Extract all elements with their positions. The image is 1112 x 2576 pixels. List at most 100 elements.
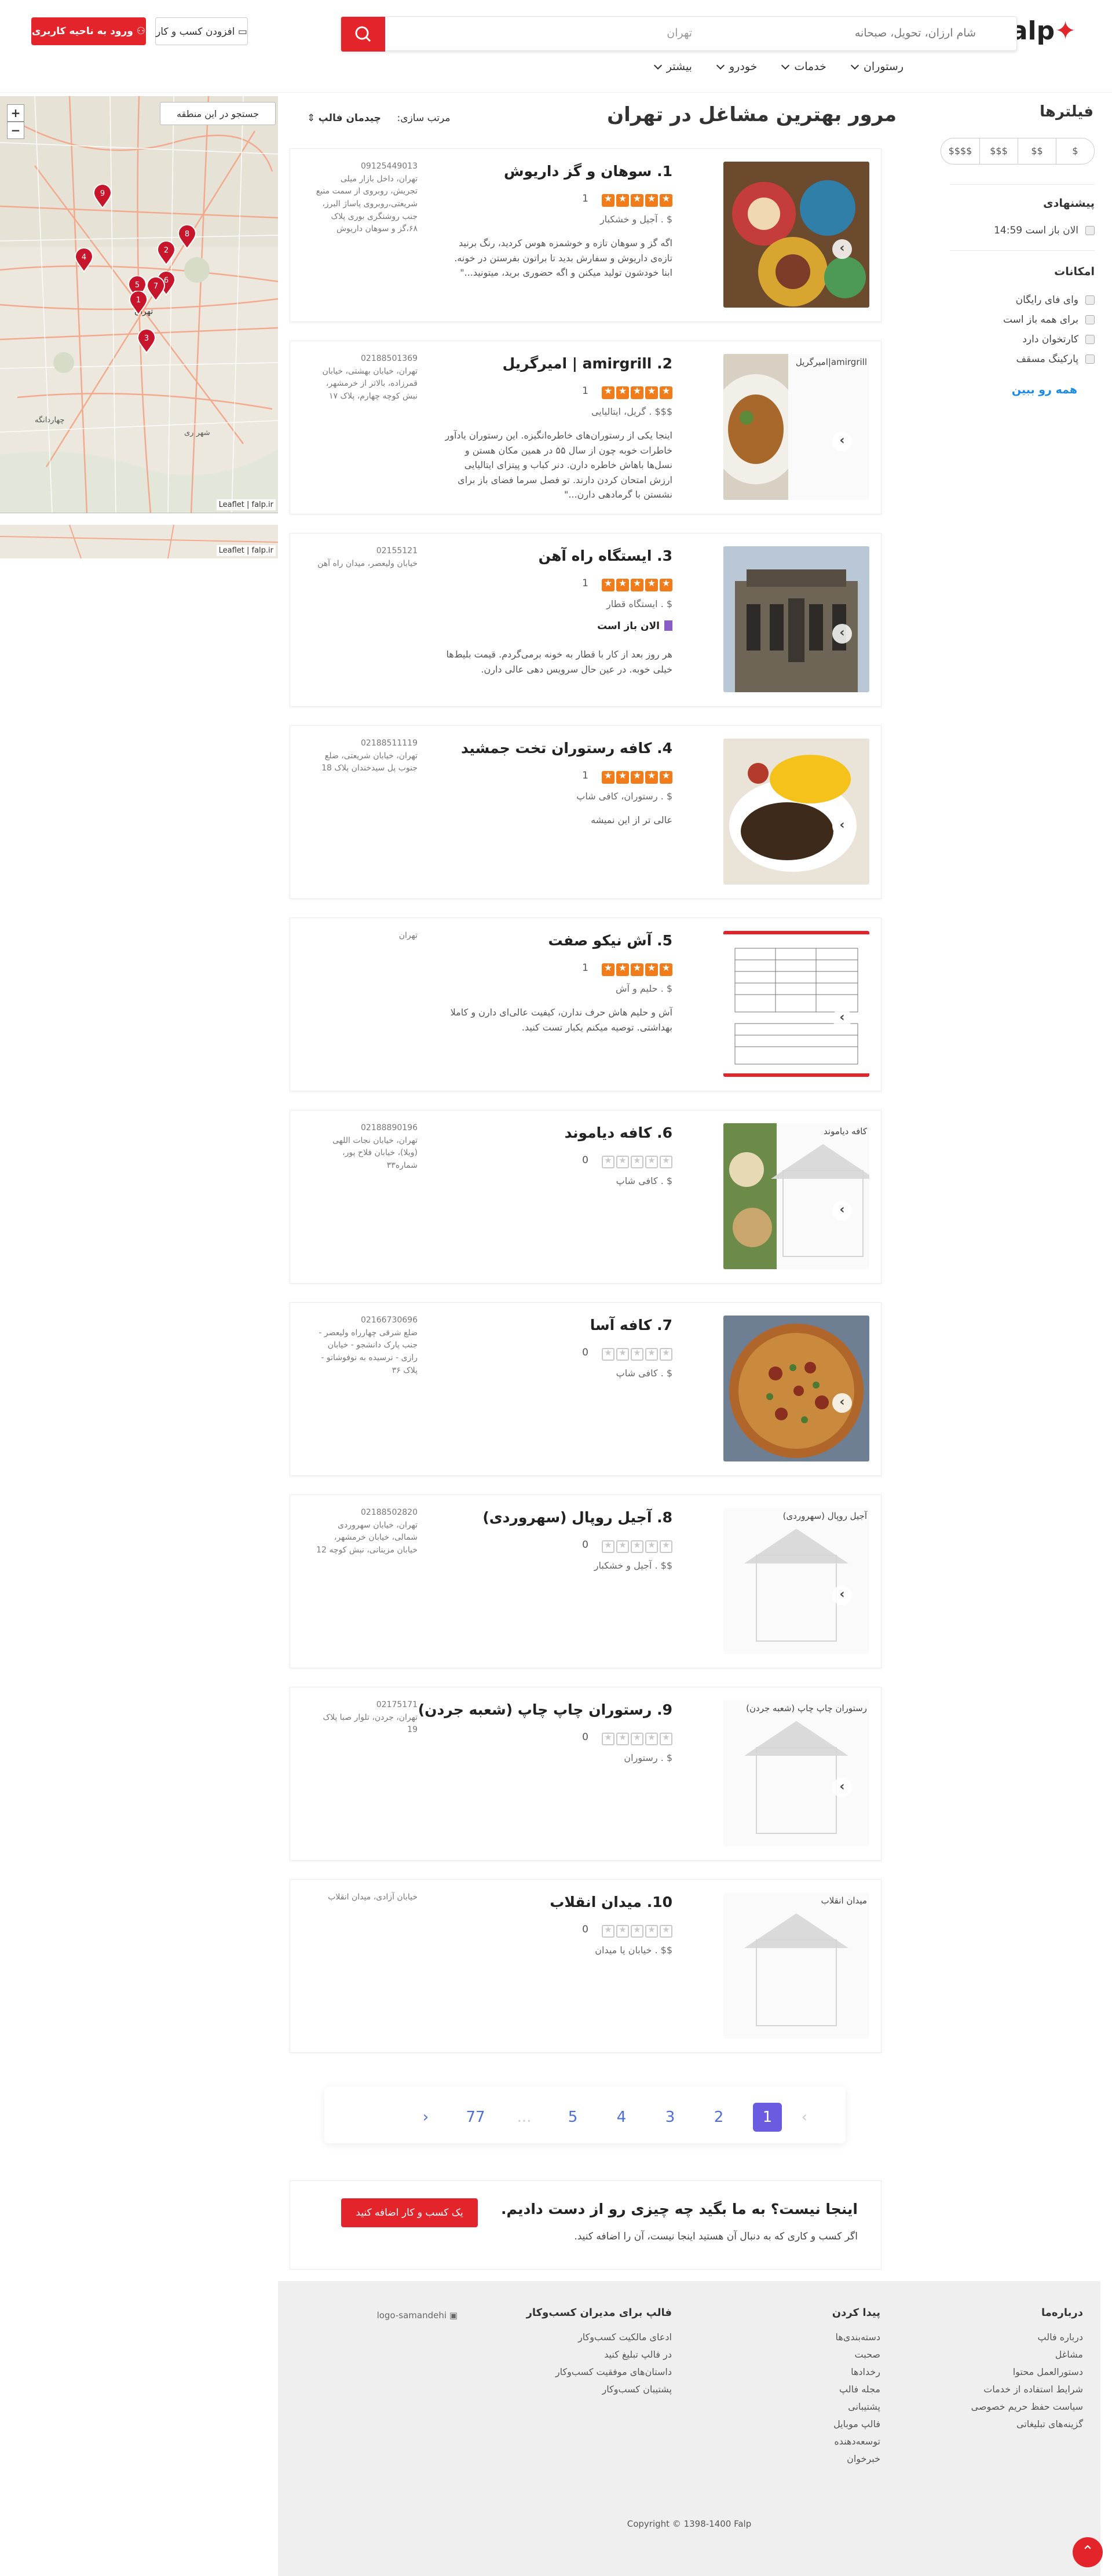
listing-photo[interactable]: کافه دیاموند ›: [723, 1123, 869, 1269]
listing-title[interactable]: 1. سوهان و گز داریوش: [504, 163, 672, 180]
listing-card[interactable]: کافه دیاموند › 6. کافه دیاموند 0 $ . کاف…: [290, 1110, 881, 1284]
back-to-top-button[interactable]: ⌃: [1073, 2537, 1103, 2567]
footer-link[interactable]: مشاغل: [971, 2346, 1083, 2363]
page-1[interactable]: 1: [753, 2103, 782, 2132]
price-4[interactable]: $$$$: [941, 138, 979, 164]
page-3[interactable]: 3: [656, 2103, 685, 2132]
checkbox[interactable]: [1085, 315, 1095, 324]
listing-title[interactable]: 8. آجیل روپال (سهروردی): [482, 1509, 672, 1526]
sort-value[interactable]: چیدمان فالپ: [319, 112, 381, 124]
page-2[interactable]: 2: [704, 2103, 733, 2132]
page-next[interactable]: ‹: [411, 2103, 440, 2132]
listing-card[interactable]: آجیل روپال (سهروردی) › 8. آجیل روپال (سهر…: [290, 1495, 881, 1668]
footer-link[interactable]: پشتیبانی: [832, 2398, 880, 2416]
footer-link[interactable]: درباره فالپ: [971, 2329, 1083, 2346]
footer-link[interactable]: شرایط استفاده از خدمات: [971, 2381, 1083, 2398]
map-marker-7[interactable]: 7: [146, 276, 166, 304]
add-business-cta-button[interactable]: یک کسب و کار اضافه کنید: [341, 2198, 478, 2227]
listing-photo[interactable]: ›: [723, 1316, 869, 1461]
price-2[interactable]: $$: [1018, 138, 1056, 164]
listing-card[interactable]: › 5. آش نیکو صفت 1 $ . حلیم و آش آش و حل…: [290, 918, 881, 1091]
nav-auto[interactable]: خودرو: [716, 60, 757, 73]
listing-category[interactable]: $ . کافی شاپ: [616, 1368, 672, 1379]
search-button[interactable]: [341, 17, 385, 52]
page-prev[interactable]: ›: [790, 2103, 819, 2132]
footer-link[interactable]: ادعای مالکیت کسب‌وکار: [526, 2329, 672, 2346]
listing-title[interactable]: 7. کافه آسا: [590, 1317, 672, 1333]
see-all-link[interactable]: همه رو ببین: [1012, 383, 1077, 396]
map-attribution[interactable]: Leaflet | falp.ir: [216, 499, 276, 510]
footer-link[interactable]: مجله فالپ: [832, 2381, 880, 2398]
listing-category[interactable]: $ . رستوران: [624, 1752, 672, 1763]
listing-photo[interactable]: ›: [723, 162, 869, 308]
listing-photo[interactable]: amirgrill|امیرگریل ›: [723, 354, 869, 500]
listing-title[interactable]: 5. آش نیکو صفت: [548, 932, 672, 949]
footer-link[interactable]: رخدادها: [832, 2363, 880, 2381]
map-marker-1[interactable]: 1: [129, 290, 148, 317]
footer-link[interactable]: دسته‌بندی‌ها: [832, 2329, 880, 2346]
listing-photo[interactable]: آجیل روپال (سهروردی) ›: [723, 1508, 869, 1654]
checkbox[interactable]: [1085, 355, 1095, 364]
listing-category[interactable]: $ . آجیل و خشکبار: [600, 214, 672, 225]
footer-link[interactable]: توسعه‌دهنده: [832, 2433, 880, 2450]
filter-open-all[interactable]: برای همه باز است: [1003, 314, 1095, 326]
page-5[interactable]: 5: [558, 2103, 587, 2132]
listing-title[interactable]: 4. کافه رستوران تخت جمشید: [461, 740, 672, 757]
filter-covered-parking[interactable]: پارکینگ مسقف: [1016, 353, 1095, 365]
page-last[interactable]: 77: [461, 2103, 490, 2132]
listing-category[interactable]: $ . ایستگاه قطار: [606, 598, 672, 609]
price-1[interactable]: $: [1056, 138, 1094, 164]
page-4[interactable]: 4: [607, 2103, 636, 2132]
checkbox[interactable]: [1085, 335, 1095, 344]
chevron-right-icon[interactable]: ›: [832, 816, 852, 836]
footer-link[interactable]: صحبت: [832, 2346, 880, 2363]
nav-restaurant[interactable]: رستوران: [850, 60, 904, 73]
map-marker-4[interactable]: 4: [74, 247, 94, 275]
checkbox[interactable]: [1085, 226, 1095, 235]
filter-card-reader[interactable]: کارتخوان دارد: [1022, 334, 1095, 345]
listing-photo[interactable]: میدان انقلاب: [723, 1892, 869, 2038]
chevron-right-icon[interactable]: ›: [832, 1201, 852, 1221]
listing-card[interactable]: › 1. سوهان و گز داریوش 1 $ . آجیل و خشکب…: [290, 148, 881, 322]
footer-link[interactable]: خبرخوان: [832, 2450, 880, 2468]
listing-title[interactable]: 2. amirgrill | امیرگریل: [502, 355, 672, 372]
map-marker-8[interactable]: 8: [177, 224, 197, 251]
listing-photo[interactable]: رستوران چاپ چاپ (شعبه جردن) ›: [723, 1700, 869, 1846]
footer-link[interactable]: پشتیبان کسب‌وکار: [526, 2381, 672, 2398]
chevron-right-icon[interactable]: ›: [832, 1585, 852, 1605]
footer-link[interactable]: فالپ موبایل: [832, 2416, 880, 2433]
zoom-out-button[interactable]: −: [7, 122, 24, 139]
price-3[interactable]: $$$: [979, 138, 1018, 164]
listing-card[interactable]: › 3. ایستگاه راه آهن 1 $ . ایستگاه قطار …: [290, 533, 881, 707]
map-attribution[interactable]: Leaflet | falp.ir: [216, 545, 276, 556]
footer-link[interactable]: سیاست حفظ حریم خصوصی: [971, 2398, 1083, 2416]
filter-free-wifi[interactable]: وای فای رایگان: [1016, 294, 1095, 306]
results-map[interactable]: تهران شهر ری چهاردانگه 9 4 2 8 6 5 7 1 3…: [0, 96, 278, 513]
map-marker-9[interactable]: 9: [93, 184, 112, 211]
add-business-button[interactable]: ▭ افزودن کسب و کار: [155, 17, 248, 45]
search-this-area-button[interactable]: جستجو در این منطقه: [160, 102, 276, 125]
listing-photo[interactable]: ›: [723, 546, 869, 692]
listing-card[interactable]: › 7. کافه آسا 0 $ . کافی شاپ 02166730696…: [290, 1302, 881, 1476]
samandehi-logo[interactable]: ▣ logo-samandehi: [377, 2307, 458, 2324]
chevron-right-icon[interactable]: ›: [832, 432, 852, 451]
login-button[interactable]: ⚇ ورود به ناحیه کاربری: [31, 17, 146, 45]
listing-title[interactable]: 3. ایستگاه راه آهن: [539, 547, 672, 564]
sort-control[interactable]: مرتب سازی: چیدمان فالپ ⇕: [307, 112, 451, 124]
nav-more[interactable]: بیشتر: [653, 60, 692, 73]
map-marker-2[interactable]: 2: [156, 240, 176, 268]
listing-title[interactable]: 10. میدان انقلاب: [550, 1894, 672, 1910]
listing-photo[interactable]: ›: [723, 739, 869, 885]
listing-card[interactable]: رستوران چاپ چاپ (شعبه جردن) › 9. رستوران …: [290, 1687, 881, 1861]
footer-link[interactable]: دستورالعمل محتوا: [971, 2363, 1083, 2381]
listing-category[interactable]: $ . حلیم و آش: [616, 983, 672, 994]
chevron-right-icon[interactable]: ›: [832, 1778, 852, 1797]
nav-services[interactable]: خدمات: [781, 60, 826, 73]
listing-category[interactable]: $$ . آجیل و خشکبار: [594, 1560, 672, 1571]
chevron-right-icon[interactable]: ›: [832, 239, 852, 259]
listing-card[interactable]: amirgrill|امیرگریل › 2. amirgrill | امیر…: [290, 341, 881, 514]
map-marker-3[interactable]: 3: [137, 328, 156, 356]
search-where-input[interactable]: تهران: [667, 27, 692, 39]
filter-open-now[interactable]: الان باز است 14:59: [994, 225, 1095, 236]
listing-title[interactable]: 9. رستوران چاپ چاپ (شعبه جردن): [418, 1701, 672, 1718]
